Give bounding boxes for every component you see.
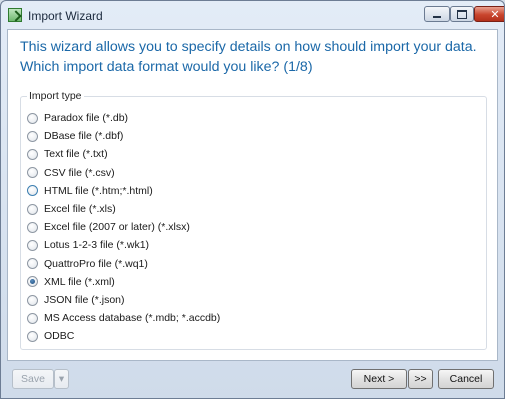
close-button[interactable]: ✕	[474, 6, 504, 22]
import-type-option-label: Excel file (*.xls)	[44, 203, 116, 215]
skip-button-label: >>	[414, 373, 427, 385]
import-type-option[interactable]: DBase file (*.dbf)	[27, 127, 123, 145]
import-wizard-app-icon	[8, 8, 22, 22]
cancel-button-label: Cancel	[449, 373, 483, 385]
wizard-content-panel: This wizard allows you to specify detail…	[7, 29, 498, 361]
save-button-label: Save	[21, 373, 45, 385]
radio-button-icon[interactable]	[27, 112, 38, 124]
import-type-option-label: ODBC	[44, 330, 75, 343]
maximize-icon	[457, 9, 467, 19]
import-type-option[interactable]: QuattroPro file (*.wq1)	[27, 255, 148, 273]
radio-button-icon[interactable]	[27, 312, 38, 324]
radio-button-icon[interactable]	[27, 258, 38, 270]
radio-button-icon[interactable]	[27, 185, 38, 197]
import-type-option-label: QuattroPro file (*.wq1)	[44, 257, 148, 270]
skip-to-end-button[interactable]: >>	[408, 369, 433, 389]
import-type-option-label: HTML file (*.htm;*.html)	[44, 184, 153, 197]
title-bar: Import Wizard ✕	[1, 1, 504, 29]
import-type-option[interactable]: XML file (*.xml)	[27, 273, 115, 291]
cancel-button[interactable]: Cancel	[438, 369, 494, 389]
import-type-option-label: Excel file (2007 or later) (*.xlsx)	[44, 221, 190, 234]
import-type-option-label: CSV file (*.csv)	[44, 166, 115, 179]
minimize-icon	[433, 16, 441, 18]
import-type-option[interactable]: Paradox file (*.db)	[27, 109, 128, 127]
radio-button-icon[interactable]	[27, 239, 38, 251]
radio-button-icon[interactable]	[27, 221, 38, 233]
import-type-option-label: MS Access database (*.mdb; *.accdb)	[44, 312, 221, 325]
radio-button-icon[interactable]	[27, 294, 38, 306]
import-type-option-label: DBase file (*.dbf)	[44, 130, 124, 143]
import-type-option-label: XML file (*.xml)	[44, 275, 115, 288]
maximize-button[interactable]	[450, 6, 474, 22]
import-type-option-label: JSON file (*.json)	[44, 294, 125, 306]
close-icon: ✕	[490, 8, 500, 21]
import-type-legend: Import type	[27, 90, 84, 102]
import-type-option[interactable]: CSV file (*.csv)	[27, 164, 115, 182]
radio-button-icon[interactable]	[27, 330, 38, 342]
radio-button-icon[interactable]	[27, 130, 38, 142]
import-type-option[interactable]: MS Access database (*.mdb; *.accdb)	[27, 309, 220, 327]
radio-button-icon[interactable]	[27, 148, 38, 160]
import-type-option-label: Paradox file (*.db)	[44, 112, 129, 124]
chevron-down-icon: ▾	[58, 373, 65, 385]
import-type-option[interactable]: Lotus 1-2-3 file (*.wk1)	[27, 236, 149, 254]
save-button[interactable]: Save	[12, 369, 54, 389]
next-button-label: Next >	[363, 373, 395, 385]
import-type-option[interactable]: HTML file (*.htm;*.html)	[27, 182, 153, 200]
import-type-group: Import type Paradox file (*.db) DBase fil…	[20, 90, 487, 350]
import-type-option[interactable]: JSON file (*.json)	[27, 291, 125, 309]
import-type-option[interactable]: Excel file (*.xls)	[27, 200, 116, 218]
window-title: Import Wizard	[28, 9, 103, 23]
import-type-option[interactable]: ODBC	[27, 327, 74, 345]
minimize-button[interactable]	[424, 6, 450, 22]
save-dropdown-button[interactable]: ▾	[54, 369, 69, 389]
import-type-option[interactable]: Text file (*.txt)	[27, 145, 108, 163]
import-type-option[interactable]: Excel file (2007 or later) (*.xlsx)	[27, 218, 190, 236]
import-wizard-window: Import Wizard ✕ This wizard allows you t…	[0, 0, 505, 399]
radio-button-icon[interactable]	[27, 276, 38, 288]
import-type-option-label: Text file (*.txt)	[44, 148, 108, 161]
radio-button-icon[interactable]	[27, 167, 38, 179]
wizard-heading: This wizard allows you to specify detail…	[20, 39, 477, 75]
radio-button-icon[interactable]	[27, 203, 38, 215]
next-button[interactable]: Next >	[351, 369, 407, 389]
import-type-option-label: Lotus 1-2-3 file (*.wk1)	[44, 239, 150, 252]
